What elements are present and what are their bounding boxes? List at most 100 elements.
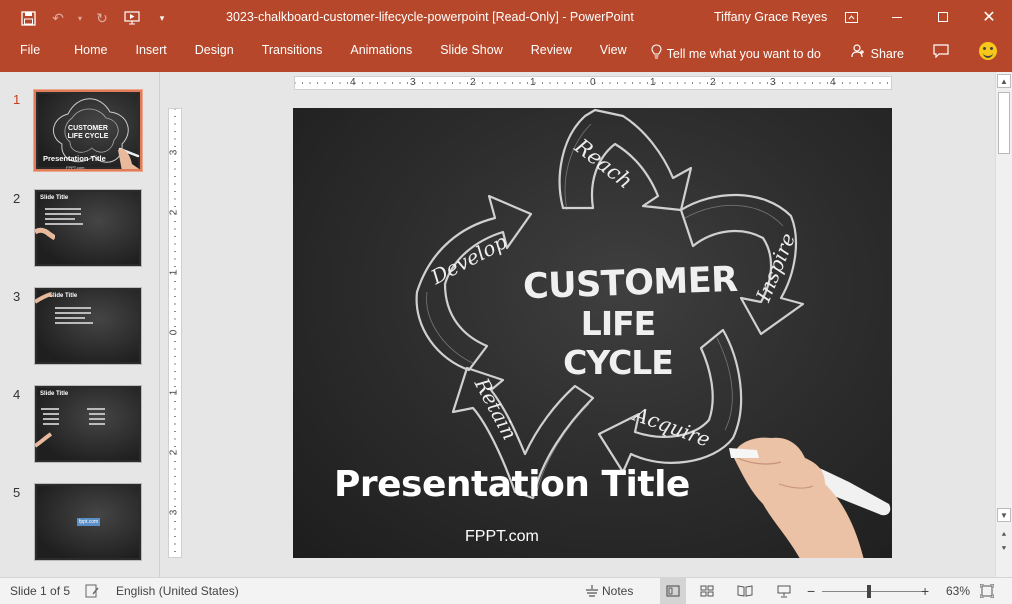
tab-design[interactable]: Design [181, 36, 248, 72]
ribbon-display-options-icon[interactable] [828, 0, 874, 34]
ruler-label: 2 [470, 77, 476, 88]
user-name[interactable]: Tiffany Grace Reyes [714, 0, 827, 36]
ruler-label: 2 [168, 449, 180, 456]
thumbnail-slide-4[interactable]: 4 Slide Title [0, 385, 160, 469]
horizontal-ruler[interactable]: 4 3 2 1 0 1 2 3 4 [294, 76, 892, 90]
lightbulb-icon [651, 43, 662, 59]
bullet-line [55, 307, 91, 309]
reading-view-icon[interactable] [737, 583, 753, 599]
language-indicator[interactable]: English (United States) [116, 578, 239, 604]
thumbnail-preview[interactable]: CUSTOMER LIFE CYCLE Presentation Title F… [34, 90, 142, 171]
thumbnail-title: Slide Title [40, 195, 69, 201]
title-bar: ↶ ▾ ↻ ▾ 3023-chalkboard-customer-lifecyc… [0, 0, 1012, 36]
thumbnail-slide-2[interactable]: 2 Slide Title [0, 189, 160, 273]
thumbnail-preview[interactable]: fppt.com [34, 483, 142, 561]
zoom-out-icon[interactable]: − [807, 578, 815, 604]
ruler-label: 4 [350, 77, 356, 88]
thumbnail-subtitle: FPPT.com [66, 165, 85, 170]
thumbnail-slide-3[interactable]: 3 Slide Title [0, 287, 160, 371]
share-button[interactable]: Share [837, 36, 918, 72]
bullet-line [55, 312, 91, 314]
vertical-scrollbar[interactable]: ▲ ▼ ⯅ ⯆ [995, 72, 1012, 577]
tell-me-label: Tell me what you want to do [666, 46, 821, 61]
scroll-up-icon[interactable]: ▲ [997, 74, 1011, 88]
tab-home[interactable]: Home [60, 36, 121, 72]
bullet-line [45, 213, 81, 215]
customize-toolbar-icon[interactable]: ▾ [148, 4, 176, 32]
document-title: 3023-chalkboard-customer-lifecycle-power… [226, 10, 634, 24]
fit-slide-to-window-icon[interactable] [979, 583, 995, 599]
maximize-icon[interactable] [920, 0, 966, 34]
scrollbar-thumb[interactable] [998, 92, 1010, 154]
hand-graphic [35, 227, 55, 241]
notes-icon[interactable] [584, 583, 600, 599]
ruler-label: 4 [830, 77, 836, 88]
bullet-line [55, 317, 85, 319]
tab-animations[interactable]: Animations [336, 36, 426, 72]
slide-title[interactable]: Presentation Title [334, 464, 690, 505]
thumbnail-title: Presentation Title [43, 154, 106, 163]
next-slide-icon[interactable]: ⯆ [997, 542, 1011, 556]
tab-view[interactable]: View [586, 36, 641, 72]
redo-icon[interactable]: ↻ [88, 4, 116, 32]
thumbnail-number: 1 [13, 92, 21, 107]
share-label: Share [870, 46, 904, 61]
vertical-ruler[interactable]: 3 2 1 0 1 2 3 [168, 108, 182, 558]
ruler-label: 0 [590, 77, 596, 88]
slide-show-view-icon[interactable] [776, 583, 792, 599]
ribbon-tabs: File Home Insert Design Transitions Anim… [0, 36, 1012, 72]
bullet-line [45, 218, 75, 220]
slide-subtitle[interactable]: FPPT.com [465, 528, 539, 546]
svg-text:CUSTOMER: CUSTOMER [68, 125, 108, 132]
slide-thumbnails-pane: 1 CUSTOMER LIFE CYCLE Presentation Title… [0, 72, 160, 577]
thumbnail-slide-5[interactable]: 5 fppt.com [0, 483, 160, 567]
tab-file[interactable]: File [0, 36, 60, 72]
zoom-slider[interactable] [822, 591, 922, 592]
ruler-label: 1 [530, 77, 536, 88]
previous-slide-icon[interactable]: ⯅ [997, 528, 1011, 542]
bullet-line [45, 208, 81, 210]
zoom-slider-thumb[interactable] [867, 585, 871, 598]
thumbnail-slide-1[interactable]: 1 CUSTOMER LIFE CYCLE Presentation Title… [0, 90, 160, 174]
quick-access-toolbar: ↶ ▾ ↻ ▾ [0, 0, 176, 36]
ruler-label: 0 [168, 329, 180, 336]
current-slide[interactable]: Reach Inspire Acquire Retain Develop CUS… [293, 108, 892, 558]
thumbnail-title: Slide Title [49, 293, 78, 299]
status-bar: Slide 1 of 5 English (United States) Not… [0, 577, 1012, 604]
cycle-center-line-1: CUSTOMER [522, 259, 739, 308]
tab-insert[interactable]: Insert [122, 36, 181, 72]
notes-button[interactable]: Notes [602, 578, 633, 604]
undo-icon[interactable]: ↶ [44, 4, 72, 32]
thumbnail-preview[interactable]: Slide Title [34, 189, 142, 267]
scroll-down-icon[interactable]: ▼ [997, 508, 1011, 522]
zoom-level[interactable]: 63% [946, 578, 970, 604]
tab-review[interactable]: Review [517, 36, 586, 72]
ruler-label: 1 [168, 269, 180, 276]
ruler-label: 2 [710, 77, 716, 88]
zoom-in-icon[interactable]: + [921, 578, 929, 604]
thumbnail-preview[interactable]: Slide Title [34, 385, 142, 463]
thumbnail-preview[interactable]: Slide Title [34, 287, 142, 365]
hand-holding-chalk-image [729, 437, 891, 558]
person-icon [851, 44, 864, 58]
slide-sorter-icon[interactable] [699, 583, 715, 599]
tab-slide-show[interactable]: Slide Show [426, 36, 517, 72]
start-from-beginning-icon[interactable] [118, 4, 146, 32]
ruler-label: 1 [650, 77, 656, 88]
bullet-line [89, 413, 105, 415]
tab-transitions[interactable]: Transitions [248, 36, 337, 72]
minimize-icon[interactable] [874, 0, 920, 34]
thumbnail-link: fppt.com [77, 518, 101, 526]
bullet-line [87, 408, 105, 410]
bullet-line [43, 423, 59, 425]
smiley-feedback-icon[interactable] [964, 36, 1012, 72]
save-icon[interactable] [14, 4, 42, 32]
close-icon[interactable]: ✕ [966, 0, 1012, 34]
ruler-label: 1 [168, 389, 180, 396]
normal-view-icon[interactable] [660, 578, 686, 604]
tell-me-box[interactable]: Tell me what you want to do [651, 36, 821, 72]
spelling-check-icon[interactable] [84, 583, 100, 599]
slide-counter: Slide 1 of 5 [10, 584, 71, 598]
comments-icon[interactable] [918, 36, 964, 72]
dropdown-chevron-icon[interactable]: ▾ [74, 4, 86, 32]
